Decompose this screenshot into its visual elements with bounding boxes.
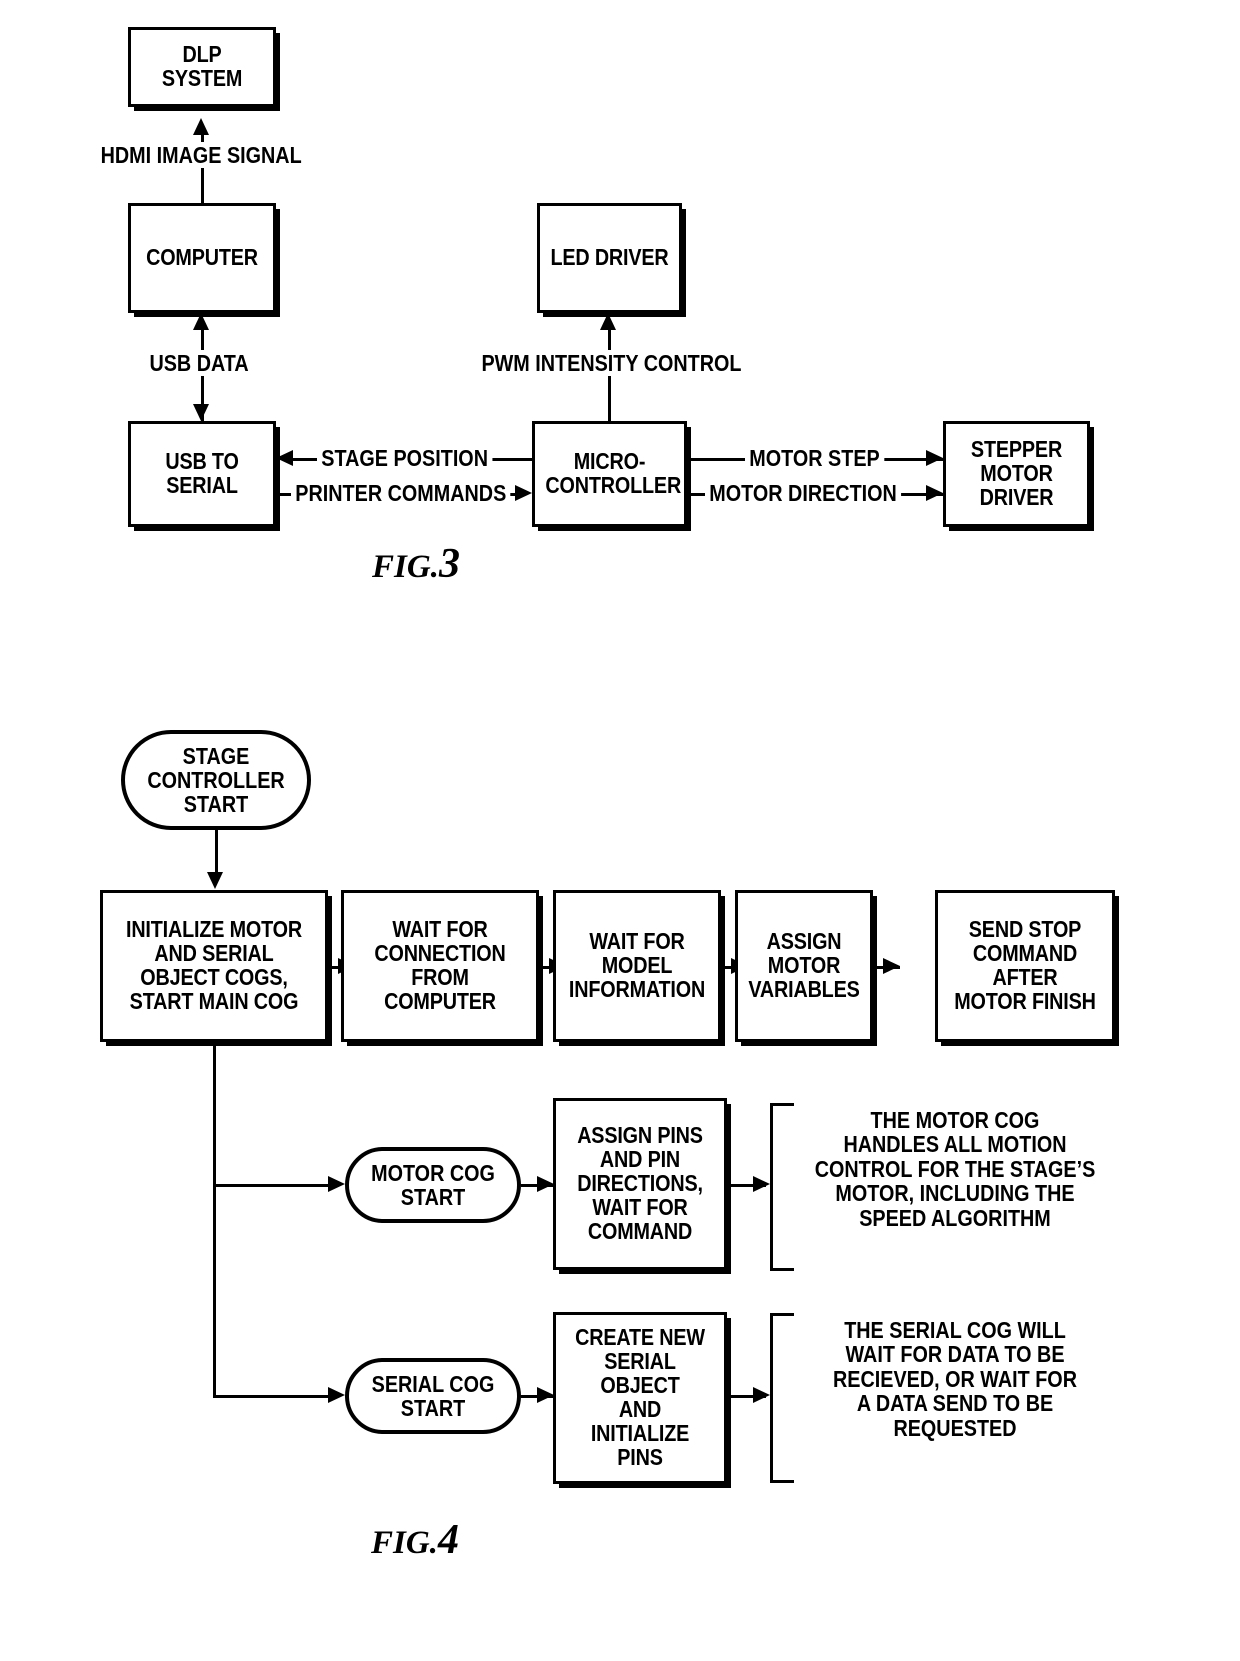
fig3-conn-printer-commands-arrowhead (515, 485, 532, 501)
fig4-conn-start-to-init-line (215, 830, 218, 876)
fig3-conn-hdmi-arrowhead (193, 118, 209, 135)
fig3-conn-usb-arrow-down (193, 404, 209, 421)
fig4-branch-motor-arrowhead (328, 1176, 345, 1192)
fig4-step-assign-pins-label: ASSIGN PINS AND PIN DIRECTIONS, WAIT FOR… (577, 1122, 703, 1244)
fig4-conn-start-to-init-arrowhead (207, 872, 223, 889)
fig3-signal-motor-direction: MOTOR DIRECTION (705, 481, 902, 505)
fig4-step-wait-model-info: WAIT FOR MODEL INFORMATION (553, 890, 721, 1042)
fig3-signal-hdmi: HDMI IMAGE SIGNAL (98, 142, 305, 169)
fig4-terminal-stage-controller-start-label: STAGE CONTROLLER START (147, 742, 285, 818)
fig3-block-usb-to-serial: USB TO SERIAL (128, 421, 276, 527)
fig4-caption-prefix: FIG. (371, 1525, 438, 1561)
fig3-conn-usb-arrow-up (193, 313, 209, 330)
fig4-branch-serial-line (213, 1395, 336, 1398)
fig4-step-wait-connection-label: WAIT FOR CONNECTION FROM COMPUTER (374, 916, 506, 1014)
fig3-conn-motor-direction-arrowhead (926, 485, 943, 501)
fig3-caption-number: 3 (438, 541, 460, 587)
fig3-conn-pwm-arrowhead (600, 313, 616, 330)
fig4-step-assign-motor-variables: ASSIGN MOTOR VARIABLES (735, 890, 873, 1042)
fig4-terminal-motor-cog-start: MOTOR COG START (345, 1147, 521, 1223)
fig3-block-computer: COMPUTER (128, 203, 276, 313)
fig3-block-led-driver-label: LED DRIVER (550, 244, 669, 271)
fig4-bracket-serial-note (770, 1313, 794, 1483)
fig3-block-dlp-system: DLP SYSTEM (128, 27, 276, 107)
fig3-block-usb-to-serial-label: USB TO SERIAL (165, 448, 239, 498)
fig4-step-initialize-cogs-label: INITIALIZE MOTOR AND SERIAL OBJECT COGS,… (125, 916, 303, 1014)
fig4-terminal-motor-cog-start-label: MOTOR COG START (371, 1159, 495, 1210)
fig3-conn-stage-position-arrowhead (276, 450, 293, 466)
fig4-note-motor-cog: THE MOTOR COG HANDLES ALL MOTION CONTROL… (814, 1107, 1096, 1231)
fig4-caption-number: 4 (437, 1517, 459, 1563)
fig4-step-send-stop-command-label: SEND STOP COMMAND AFTER MOTOR FINISH (954, 916, 1096, 1014)
fig4-note-serial-cog: THE SERIAL COG WILL WAIT FOR DATA TO BE … (833, 1317, 1077, 1441)
fig4-step-send-stop-command: SEND STOP COMMAND AFTER MOTOR FINISH (935, 890, 1115, 1042)
fig3-block-stepper-motor-driver: STEPPER MOTOR DRIVER (943, 421, 1090, 527)
fig4-step-assign-motor-variables-label: ASSIGN MOTOR VARIABLES (748, 928, 860, 1002)
fig3-signal-printer-commands: PRINTER COMMANDS (291, 481, 511, 505)
fig3-signal-stage-position: STAGE POSITION (317, 446, 493, 470)
fig4-conn-motorcog-to-assignpins-arrowhead (537, 1176, 554, 1192)
fig4-step-create-serial-object-label: CREATE NEW SERIAL OBJECT AND INITIALIZE … (575, 1324, 705, 1470)
fig4-step-assign-pins: ASSIGN PINS AND PIN DIRECTIONS, WAIT FOR… (553, 1098, 727, 1270)
fig4-terminal-stage-controller-start: STAGE CONTROLLER START (121, 730, 311, 830)
fig3-signal-usb-data: USB DATA (146, 350, 253, 377)
fig3-block-microcontroller-label: MICRO- CONTROLLER (545, 448, 682, 498)
fig4-caption: FIG.4 (371, 1516, 459, 1564)
fig4-conn-create-to-note-arrowhead (753, 1387, 770, 1403)
fig4-conn-serialcog-to-create-arrowhead (537, 1387, 554, 1403)
fig3-block-led-driver: LED DRIVER (537, 203, 682, 313)
fig4-terminal-serial-cog-start-label: SERIAL COG START (371, 1370, 495, 1421)
fig4-step-wait-model-info-label: WAIT FOR MODEL INFORMATION (568, 928, 706, 1002)
fig3-block-dlp-system-label: DLP SYSTEM (161, 41, 243, 91)
fig4-step-wait-connection: WAIT FOR CONNECTION FROM COMPUTER (341, 890, 539, 1042)
fig3-caption: FIG.3 (372, 540, 460, 588)
fig4-branch-serial-arrowhead (328, 1387, 345, 1403)
fig3-signal-motor-step: MOTOR STEP (745, 446, 885, 470)
fig4-conn-step4-step5-arrowhead (883, 958, 900, 974)
fig3-conn-motor-step-arrowhead (926, 450, 943, 466)
fig4-conn-assignpins-to-note-arrowhead (753, 1176, 770, 1192)
fig4-branch-spine (213, 1042, 216, 1396)
fig4-branch-motor-line (213, 1184, 336, 1187)
fig3-block-computer-label: COMPUTER (146, 244, 258, 271)
fig3-block-stepper-motor-driver-label: STEPPER MOTOR DRIVER (970, 436, 1063, 510)
fig4-terminal-serial-cog-start: SERIAL COG START (345, 1358, 521, 1434)
fig3-signal-pwm: PWM INTENSITY CONTROL (478, 350, 745, 377)
fig4-step-initialize-cogs: INITIALIZE MOTOR AND SERIAL OBJECT COGS,… (100, 890, 328, 1042)
fig3-block-microcontroller: MICRO- CONTROLLER (532, 421, 687, 527)
fig4-step-create-serial-object: CREATE NEW SERIAL OBJECT AND INITIALIZE … (553, 1312, 727, 1484)
fig3-caption-prefix: FIG. (372, 549, 439, 585)
fig4-bracket-motor-note (770, 1103, 794, 1271)
